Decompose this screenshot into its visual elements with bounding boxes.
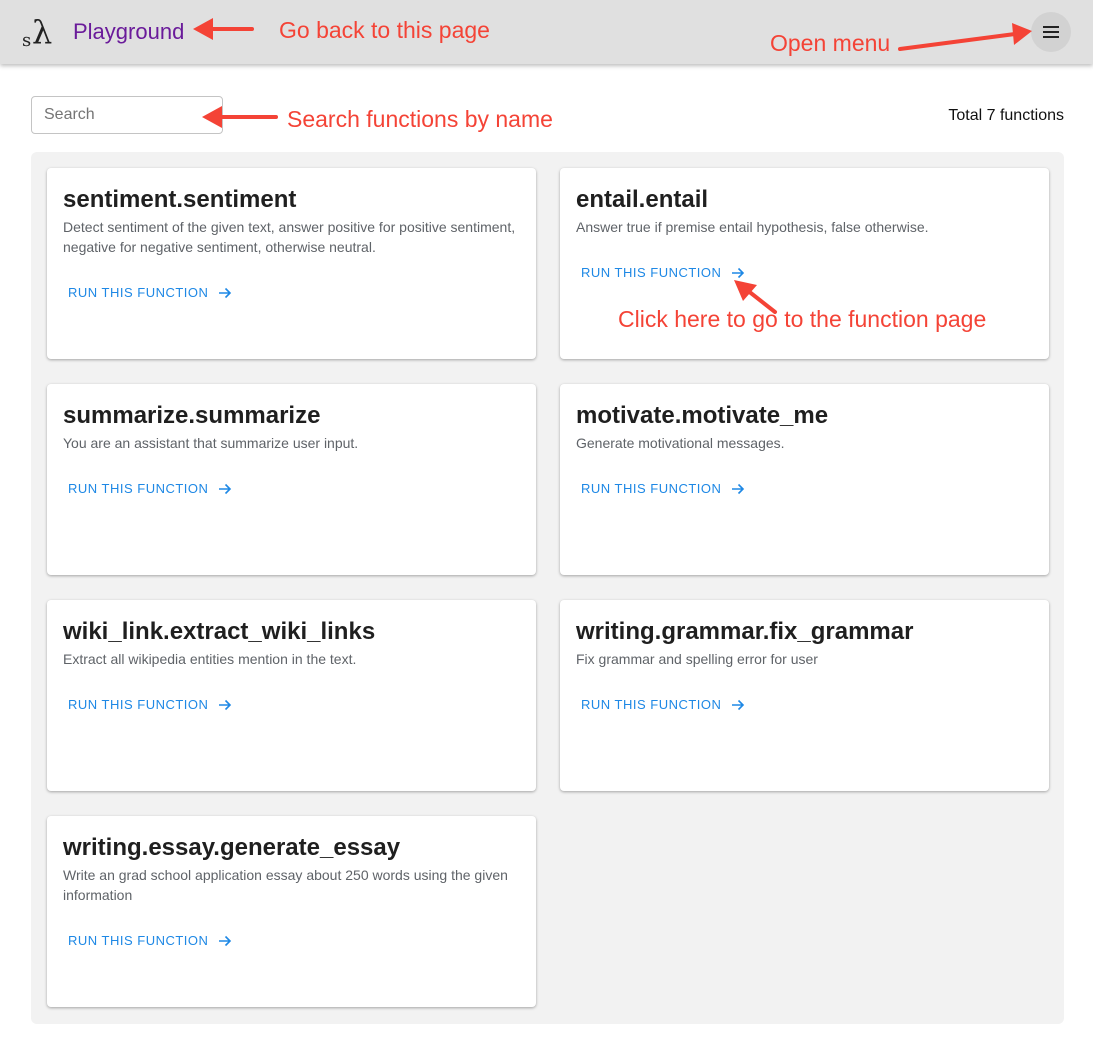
- app-title-link[interactable]: Playground: [73, 17, 184, 47]
- function-card: sentiment.sentiment Detect sentiment of …: [47, 168, 536, 359]
- run-function-label: RUN THIS FUNCTION: [68, 697, 209, 712]
- arrow-right-icon: [218, 698, 232, 712]
- function-title: writing.essay.generate_essay: [63, 834, 401, 861]
- arrow-right-icon: [731, 698, 745, 712]
- run-function-label: RUN THIS FUNCTION: [581, 265, 722, 280]
- run-function-button[interactable]: RUN THIS FUNCTION: [68, 933, 232, 948]
- run-function-label: RUN THIS FUNCTION: [581, 481, 722, 496]
- functions-grid: sentiment.sentiment Detect sentiment of …: [31, 152, 1064, 1024]
- function-title: summarize.summarize: [63, 402, 321, 429]
- function-description: Detect sentiment of the given text, answ…: [63, 219, 516, 255]
- function-title: writing.grammar.fix_grammar: [576, 618, 914, 645]
- run-function-button[interactable]: RUN THIS FUNCTION: [68, 481, 232, 496]
- arrow-right-icon: [218, 482, 232, 496]
- annotation-search: Search functions by name: [287, 106, 553, 132]
- lambda-logo[interactable]: s λ: [22, 14, 56, 50]
- run-function-button[interactable]: RUN THIS FUNCTION: [68, 697, 232, 712]
- app-bar: s λ Playground: [0, 0, 1093, 64]
- function-card: summarize.summarize You are an assistant…: [47, 384, 536, 575]
- run-function-label: RUN THIS FUNCTION: [68, 481, 209, 496]
- annotation-go-back: Go back to this page: [279, 17, 490, 43]
- function-description: Write an grad school application essay a…: [63, 867, 508, 903]
- function-card: motivate.motivate_me Generate motivation…: [560, 384, 1049, 575]
- function-description: Generate motivational messages.: [576, 435, 785, 451]
- annotation-open-menu: Open menu: [770, 30, 891, 56]
- function-card: writing.essay.generate_essay Write an gr…: [47, 816, 536, 1007]
- run-function-button[interactable]: RUN THIS FUNCTION: [581, 265, 745, 280]
- logo-s: s: [22, 30, 32, 51]
- annotation-click-here: Click here to go to the function page: [618, 306, 987, 332]
- run-function-label: RUN THIS FUNCTION: [581, 697, 722, 712]
- hamburger-menu-icon: [1043, 26, 1059, 38]
- logo-lambda: λ: [32, 13, 53, 51]
- function-title: entail.entail: [576, 186, 709, 213]
- menu-button[interactable]: [1031, 12, 1071, 52]
- total-count: Total 7 functions: [948, 107, 1064, 124]
- function-title: wiki_link.extract_wiki_links: [63, 618, 376, 645]
- run-function-label: RUN THIS FUNCTION: [68, 285, 209, 300]
- function-description: You are an assistant that summarize user…: [63, 435, 359, 451]
- function-card: wiki_link.extract_wiki_links Extract all…: [47, 600, 536, 791]
- run-function-button[interactable]: RUN THIS FUNCTION: [581, 697, 745, 712]
- search-input[interactable]: [31, 96, 223, 134]
- function-title: sentiment.sentiment: [63, 186, 297, 213]
- function-card: writing.grammar.fix_grammar Fix grammar …: [560, 600, 1049, 791]
- arrow-right-icon: [731, 266, 745, 280]
- run-function-label: RUN THIS FUNCTION: [68, 933, 209, 948]
- function-title: motivate.motivate_me: [576, 402, 829, 429]
- function-description: Extract all wikipedia entities mention i…: [63, 651, 357, 667]
- arrow-right-icon: [731, 482, 745, 496]
- function-description: Fix grammar and spelling error for user: [576, 651, 818, 667]
- arrow-right-icon: [218, 934, 232, 948]
- function-description: Answer true if premise entail hypothesis…: [576, 219, 929, 235]
- run-function-button[interactable]: RUN THIS FUNCTION: [581, 481, 745, 496]
- run-function-button[interactable]: RUN THIS FUNCTION: [68, 285, 232, 300]
- arrow-right-icon: [218, 286, 232, 300]
